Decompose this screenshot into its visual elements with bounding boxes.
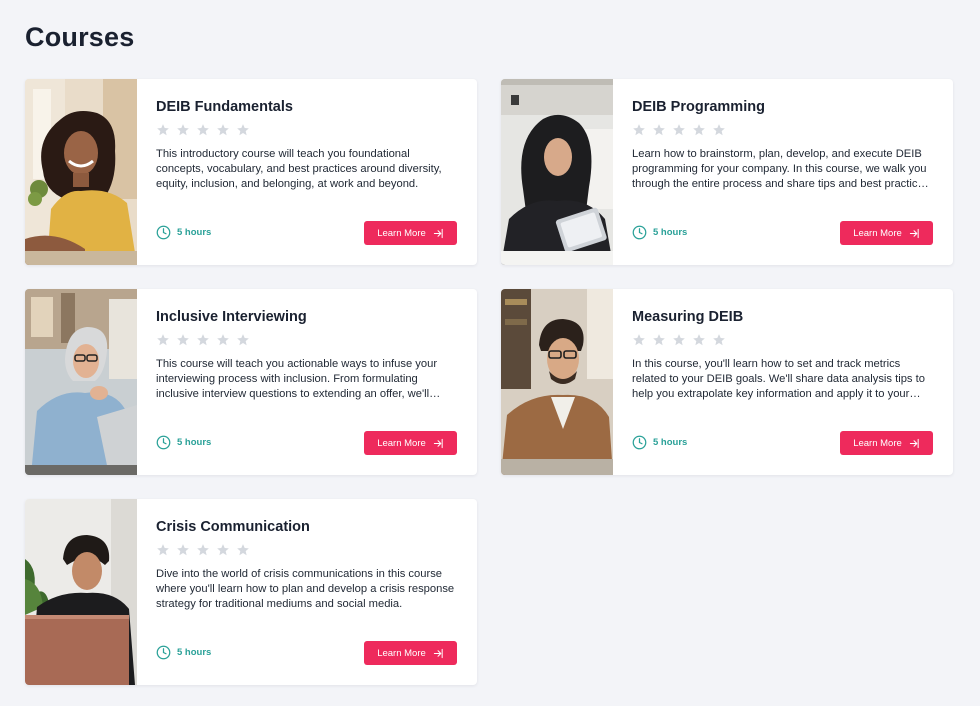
learn-more-label: Learn More	[853, 227, 902, 239]
star-icon[interactable]	[196, 543, 210, 557]
learn-more-label: Learn More	[377, 647, 426, 659]
course-title: Crisis Communication	[156, 519, 310, 535]
star-rating[interactable]	[156, 333, 250, 347]
course-thumbnail	[25, 289, 137, 475]
clock-icon	[156, 645, 171, 660]
course-duration: 5 hours	[156, 645, 211, 660]
learn-more-button[interactable]: Learn More	[840, 431, 933, 455]
course-title: DEIB Programming	[632, 99, 765, 115]
course-thumbnail	[501, 289, 613, 475]
course-duration: 5 hours	[632, 435, 687, 450]
duration-label: 5 hours	[177, 437, 212, 448]
star-icon[interactable]	[156, 333, 170, 347]
course-description: This course will teach you actionable wa…	[156, 358, 438, 400]
duration-label: 5 hours	[653, 437, 688, 448]
star-icon[interactable]	[216, 543, 230, 557]
learn-more-button[interactable]: Learn More	[364, 221, 457, 245]
course-title: Measuring DEIB	[632, 309, 744, 325]
course-description: This introductory course will teach you …	[156, 148, 442, 190]
course-description: In this course, you'll learn how to set …	[632, 358, 925, 400]
star-icon[interactable]	[236, 543, 250, 557]
star-rating[interactable]	[156, 543, 250, 557]
star-icon[interactable]	[692, 333, 706, 347]
learn-more-button[interactable]: Learn More	[364, 431, 457, 455]
course-thumbnail	[501, 79, 613, 265]
sign-in-arrow-icon	[433, 228, 443, 238]
star-rating[interactable]	[156, 123, 250, 137]
course-duration: 5 hours	[156, 435, 211, 450]
sign-in-arrow-icon	[433, 438, 443, 448]
learn-more-label: Learn More	[853, 437, 902, 449]
star-icon[interactable]	[672, 333, 686, 347]
star-icon[interactable]	[712, 333, 726, 347]
course-thumbnail	[25, 499, 137, 685]
course-title: DEIB Fundamentals	[156, 99, 293, 115]
clock-icon	[632, 225, 647, 240]
star-icon[interactable]	[196, 333, 210, 347]
course-description: Learn how to brainstorm, plan, develop, …	[632, 148, 930, 190]
star-rating[interactable]	[632, 123, 726, 137]
star-icon[interactable]	[712, 123, 726, 137]
star-icon[interactable]	[176, 333, 190, 347]
star-icon[interactable]	[176, 543, 190, 557]
star-rating[interactable]	[632, 333, 726, 347]
course-card-deib-programming: DEIB Programming Learn how to brainstorm…	[501, 79, 953, 265]
course-thumbnail	[25, 79, 137, 265]
star-icon[interactable]	[652, 333, 666, 347]
learn-more-button[interactable]: Learn More	[364, 641, 457, 665]
sign-in-arrow-icon	[909, 438, 919, 448]
star-icon[interactable]	[156, 123, 170, 137]
clock-icon	[632, 435, 647, 450]
course-card-deib-fundamentals: DEIB Fundamentals This introductory cour…	[25, 79, 477, 265]
clock-icon	[156, 225, 171, 240]
course-duration: 5 hours	[632, 225, 687, 240]
star-icon[interactable]	[156, 543, 170, 557]
course-card-measuring-deib: Measuring DEIB In this course, you'll le…	[501, 289, 953, 475]
star-icon[interactable]	[632, 123, 646, 137]
star-icon[interactable]	[216, 123, 230, 137]
clock-icon	[156, 435, 171, 450]
course-card-inclusive-interviewing: Inclusive Interviewing This course will …	[25, 289, 477, 475]
page-title: Courses	[25, 22, 135, 52]
star-icon[interactable]	[196, 123, 210, 137]
sign-in-arrow-icon	[909, 228, 919, 238]
star-icon[interactable]	[632, 333, 646, 347]
star-icon[interactable]	[236, 123, 250, 137]
star-icon[interactable]	[176, 123, 190, 137]
course-description: Dive into the world of crisis communicat…	[156, 568, 455, 610]
star-icon[interactable]	[652, 123, 666, 137]
duration-label: 5 hours	[653, 227, 688, 238]
course-duration: 5 hours	[156, 225, 211, 240]
duration-label: 5 hours	[177, 647, 212, 658]
star-icon[interactable]	[672, 123, 686, 137]
star-icon[interactable]	[692, 123, 706, 137]
duration-label: 5 hours	[177, 227, 212, 238]
learn-more-label: Learn More	[377, 227, 426, 239]
learn-more-button[interactable]: Learn More	[840, 221, 933, 245]
course-title: Inclusive Interviewing	[156, 309, 307, 325]
star-icon[interactable]	[236, 333, 250, 347]
sign-in-arrow-icon	[433, 648, 443, 658]
star-icon[interactable]	[216, 333, 230, 347]
course-card-crisis-communication: Crisis Communication Dive into the world…	[25, 499, 477, 685]
learn-more-label: Learn More	[377, 437, 426, 449]
